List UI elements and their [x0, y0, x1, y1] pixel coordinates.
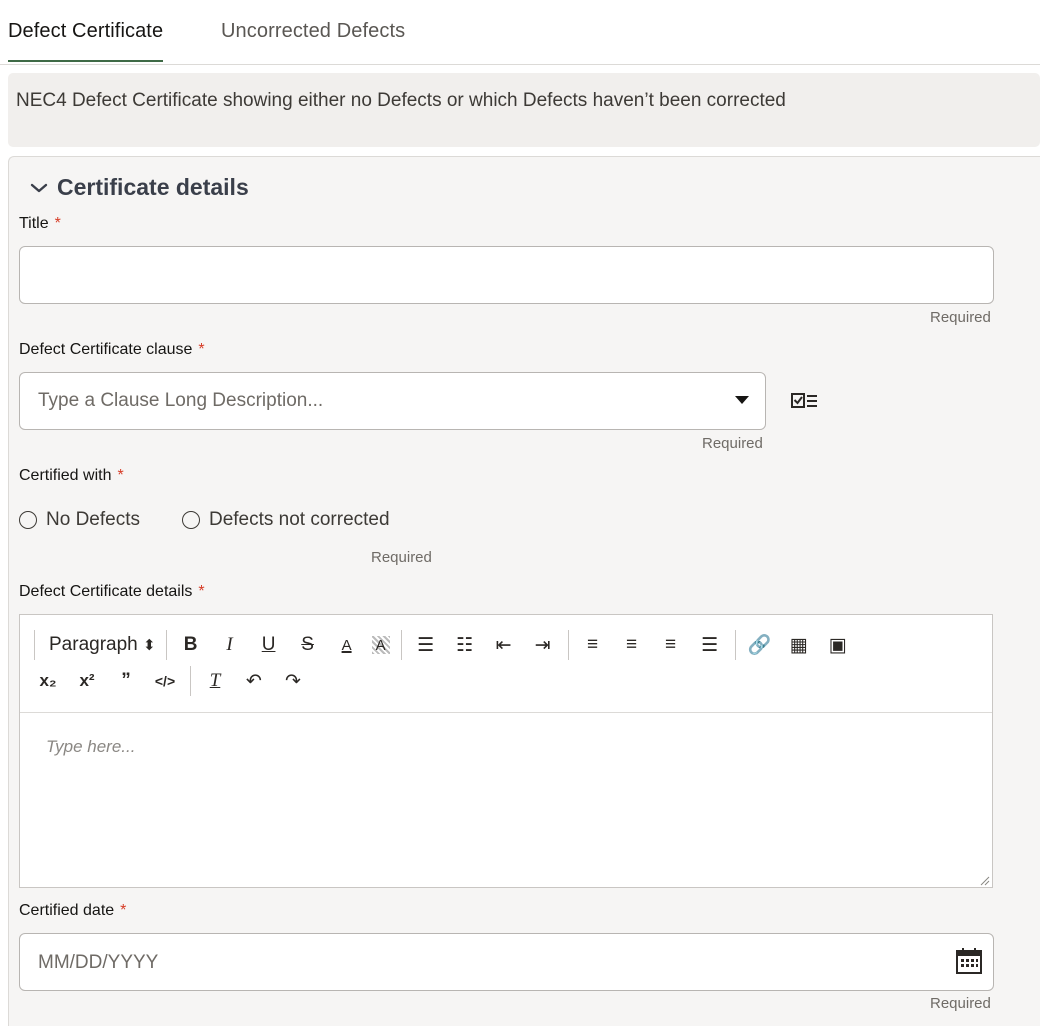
tab-bar: Defect Certificate Uncorrected Defects [0, 0, 1040, 65]
subscript-icon[interactable]: x₂ [34, 667, 62, 695]
clause-placeholder: Type a Clause Long Description... [38, 390, 324, 411]
calendar-icon[interactable] [955, 947, 983, 975]
title-required-hint: Required [930, 309, 991, 326]
editor-content-area[interactable]: Type here... [20, 712, 992, 888]
redo-icon[interactable]: ↷ [279, 667, 307, 695]
required-mark: * [198, 583, 205, 600]
description-banner: NEC4 Defect Certificate showing either n… [8, 73, 1040, 147]
clause-required-hint: Required [702, 435, 763, 452]
clear-format-icon[interactable]: T [201, 667, 229, 695]
toolbar-separator [400, 630, 402, 660]
details-label-text: Defect Certificate details [19, 583, 193, 600]
caret-down-icon[interactable] [735, 395, 749, 405]
code-icon[interactable]: </> [151, 667, 179, 695]
date-required-hint: Required [930, 995, 991, 1012]
block-format-select[interactable]: Paragraph ⬍ [35, 634, 156, 656]
required-mark: * [120, 902, 127, 919]
align-justify-icon[interactable]: ☰ [696, 631, 724, 659]
align-center-icon[interactable]: ≡ [618, 631, 646, 659]
editor-placeholder: Type here... [46, 737, 136, 756]
date-label-text: Certified date [19, 902, 115, 919]
required-mark: * [198, 341, 205, 358]
radio-no-defects[interactable]: No Defects [19, 509, 140, 531]
certificate-details-panel: Certificate details Title * Required Defe… [8, 156, 1040, 1026]
italic-icon[interactable]: I [216, 631, 244, 659]
date-input[interactable]: MM/DD/YYYY [19, 933, 994, 991]
section-header[interactable]: Certificate details [27, 174, 249, 201]
banner-text: NEC4 Defect Certificate showing either n… [16, 90, 786, 111]
title-label-text: Title [19, 215, 49, 232]
strikethrough-icon[interactable]: S [294, 631, 322, 659]
superscript-icon[interactable]: x² [73, 667, 101, 695]
editor-toolbar: Paragraph ⬍ B I U S A A ☰ ☷ ⇤ ⇥ ≡ ≡ ≡ ☰ … [34, 627, 984, 699]
undo-icon[interactable]: ↶ [240, 667, 268, 695]
title-input[interactable] [19, 246, 994, 304]
radio-label: Defects not corrected [208, 509, 390, 530]
tab-defect-certificate[interactable]: Defect Certificate [8, 20, 164, 62]
certified-with-required-hint: Required [371, 549, 432, 566]
certified-with-label: Certified with * [19, 467, 124, 485]
numbered-list-icon[interactable]: ☷ [451, 631, 479, 659]
align-right-icon[interactable]: ≡ [657, 631, 685, 659]
certified-with-label-text: Certified with [19, 467, 112, 484]
tab-uncorrected-defects[interactable]: Uncorrected Defects [221, 20, 405, 60]
align-left-icon[interactable]: ≡ [579, 631, 607, 659]
toolbar-separator [734, 630, 736, 660]
underline-icon[interactable]: U [255, 631, 283, 659]
chevron-down-icon [30, 183, 48, 192]
highlight-color-icon[interactable]: A [371, 636, 390, 654]
list-select-icon[interactable] [791, 392, 819, 410]
bold-icon[interactable]: B [177, 631, 205, 659]
clause-label: Defect Certificate clause * [19, 341, 205, 359]
required-mark: * [54, 215, 61, 232]
details-label: Defect Certificate details * [19, 583, 205, 601]
block-format-value: Paragraph [49, 634, 138, 655]
date-placeholder: MM/DD/YYYY [38, 952, 159, 973]
radio-defects-not-corrected[interactable]: Defects not corrected [181, 509, 390, 531]
toolbar-separator [165, 630, 167, 660]
rich-text-editor: Paragraph ⬍ B I U S A A ☰ ☷ ⇤ ⇥ ≡ ≡ ≡ ☰ … [19, 614, 993, 888]
clause-combobox[interactable]: Type a Clause Long Description... [19, 372, 766, 430]
date-label: Certified date * [19, 902, 126, 920]
clause-label-text: Defect Certificate clause [19, 341, 193, 358]
outdent-icon[interactable]: ⇤ [490, 631, 518, 659]
resize-handle-icon[interactable] [980, 876, 990, 886]
radio-circle[interactable] [19, 511, 37, 529]
section-title: Certificate details [57, 174, 249, 200]
blockquote-icon[interactable]: ” [112, 667, 140, 695]
title-label: Title * [19, 215, 61, 233]
toolbar-separator [567, 630, 569, 660]
table-icon[interactable]: ▦ [785, 631, 813, 659]
updown-icon: ⬍ [143, 637, 156, 654]
bullet-list-icon[interactable]: ☰ [412, 631, 440, 659]
required-mark: * [117, 467, 124, 484]
link-icon[interactable]: 🔗 [746, 631, 774, 659]
radio-circle[interactable] [181, 511, 200, 529]
radio-label: No Defects [46, 509, 140, 530]
certified-with-radio-group: No Defects Defects not corrected [19, 509, 414, 531]
font-color-icon[interactable]: A [333, 631, 361, 659]
toolbar-separator [190, 666, 191, 696]
image-icon[interactable]: ▣ [824, 631, 852, 659]
indent-icon[interactable]: ⇥ [529, 631, 557, 659]
